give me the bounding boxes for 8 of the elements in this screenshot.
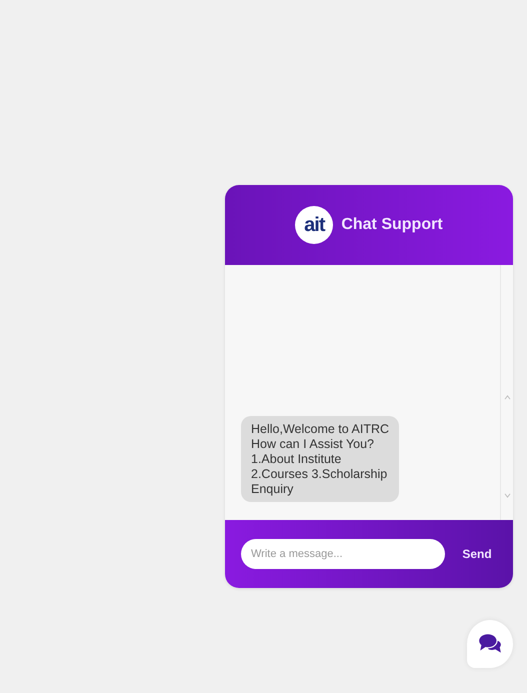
logo: ait <box>295 206 334 244</box>
send-button[interactable]: Send <box>455 546 499 562</box>
chat-button[interactable] <box>467 620 513 668</box>
chat-title: Chat Support <box>341 216 443 234</box>
message-bubble: Hello,Welcome to AITRC How can I Assist You? 1.About Institute 2.Courses 3.Scholarship Enquiry <box>241 416 400 502</box>
scroll-down-icon[interactable] <box>504 493 510 498</box>
scroll-up-icon[interactable] <box>504 395 510 400</box>
message-input[interactable]: Write a message... <box>241 539 445 569</box>
